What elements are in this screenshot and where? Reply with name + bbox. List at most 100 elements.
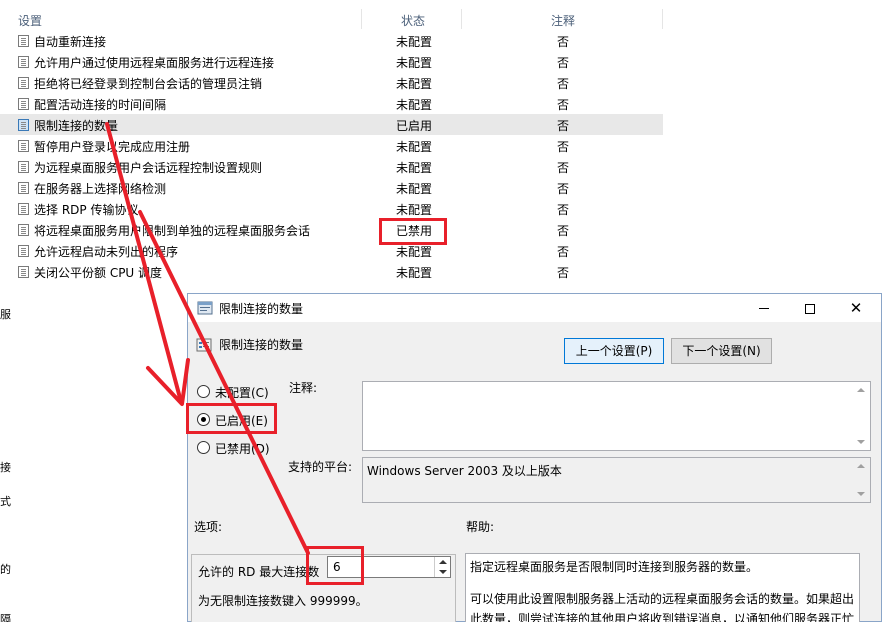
minimize-button[interactable]	[741, 294, 787, 322]
scroll-up-icon[interactable]	[857, 464, 865, 468]
policy-state: 未配置	[396, 140, 433, 154]
policy-name: 为远程桌面服务用户会话远程控制设置规则	[34, 161, 263, 175]
policy-state: 未配置	[396, 203, 433, 217]
highlight-disabled-state	[379, 218, 447, 245]
column-state[interactable]: 状态	[401, 12, 425, 29]
policy-name: 在服务器上选择网络检测	[34, 182, 167, 196]
maximize-button[interactable]	[787, 294, 833, 322]
column-note[interactable]: 注释	[551, 12, 575, 29]
policy-note: 否	[557, 35, 570, 49]
window-title: 限制连接的数量	[219, 302, 304, 316]
policy-window-icon	[197, 301, 213, 315]
screen: 设置 状态 注释 自动重新连接 未配置否允许用户通过使用远程桌面服务进行远程连接未…	[0, 0, 882, 622]
comment-textarea[interactable]	[362, 381, 871, 451]
policy-icon	[18, 140, 29, 152]
platform-scrollbar[interactable]	[853, 458, 870, 502]
policy-note: 否	[557, 77, 570, 91]
radio-disabled[interactable]: 已禁用(D)	[197, 439, 307, 457]
radio-label: 未配置(C)	[215, 386, 269, 400]
policy-icon	[18, 35, 29, 47]
policy-list: 自动重新连接 未配置否允许用户通过使用远程桌面服务进行远程连接 未配置否拒绝将已经登…	[0, 30, 663, 282]
column-divider[interactable]	[461, 9, 462, 29]
policy-state: 未配置	[396, 245, 433, 259]
policy-row[interactable]: 将远程桌面服务用户限制到单独的远程桌面服务会话 已禁用否	[0, 219, 663, 240]
policy-icon	[18, 161, 29, 173]
policy-row[interactable]: 为远程桌面服务用户会话远程控制设置规则 未配置 否	[0, 156, 663, 177]
help-panel: 指定远程桌面服务是否限制同时连接到服务器的数量。 可以使用此设置限制服务器上活动…	[465, 553, 860, 622]
left-pane-text: 服	[0, 308, 11, 321]
spinner-arrows-icon[interactable]	[434, 557, 450, 577]
policy-note: 否	[557, 56, 570, 70]
help-line: 指定远程桌面服务是否限制同时连接到服务器的数量。	[470, 560, 759, 574]
title-bar[interactable]: 限制连接的数量 ✕	[188, 294, 881, 322]
policy-name: 允许用户通过使用远程桌面服务进行远程连接	[34, 56, 275, 70]
platform-label: 支持的平台:	[288, 460, 353, 474]
scroll-down-icon[interactable]	[857, 492, 865, 496]
scroll-down-icon[interactable]	[857, 440, 865, 444]
policy-state: 未配置	[396, 182, 433, 196]
policy-state: 未配置	[396, 161, 433, 175]
column-divider[interactable]	[361, 9, 362, 29]
platform-box: Windows Server 2003 及以上版本	[362, 457, 871, 503]
policy-state: 未配置	[396, 56, 433, 70]
comment-scrollbar[interactable]	[853, 382, 870, 450]
policy-row[interactable]: 允许远程启动未列出的程序 未配置 否	[0, 240, 663, 261]
policy-icon	[18, 203, 29, 215]
max-connections-label: 允许的 RD 最大连接数	[198, 565, 320, 579]
help-line: 可以使用此设置限制服务器上活动的远程桌面服务会话的数量。如果超出	[470, 592, 855, 606]
policy-name: 暂停用户登录以完成应用注册	[34, 140, 191, 154]
radio-circle[interactable]	[197, 385, 210, 398]
policy-icon	[18, 98, 29, 110]
policy-note: 否	[557, 98, 570, 112]
platform-value: Windows Server 2003 及以上版本	[367, 464, 562, 478]
radio-circle[interactable]	[197, 441, 210, 454]
policy-row[interactable]: 在服务器上选择网络检测 未配置 否	[0, 177, 663, 198]
help-label: 帮助:	[466, 520, 495, 534]
policy-row[interactable]: 关闭公平份额 CPU 调度 未配置 否	[0, 261, 663, 282]
policy-note: 否	[557, 224, 570, 238]
policy-icon	[18, 119, 29, 131]
policy-row[interactable]: 限制连接的数量 已启用 否	[0, 114, 663, 135]
unlimited-hint: 为无限制连接数键入 999999。	[198, 594, 368, 608]
column-divider[interactable]	[662, 9, 663, 29]
highlight-max-value	[306, 546, 364, 585]
policy-note: 否	[557, 266, 570, 280]
radio-label: 已禁用(D)	[215, 442, 270, 456]
policy-state: 未配置	[396, 98, 433, 112]
policy-note: 否	[557, 119, 570, 133]
next-setting-button[interactable]: 下一个设置(N)	[671, 338, 772, 364]
left-pane-text: 式	[0, 495, 11, 508]
policy-name: 限制连接的数量	[34, 119, 119, 133]
policy-row[interactable]: 配置活动连接的时间间隔 未配置 否	[0, 93, 663, 114]
policy-note: 否	[557, 161, 570, 175]
policy-name: 关闭公平份额 CPU 调度	[34, 266, 163, 280]
policy-icon	[18, 56, 29, 68]
policy-name: 配置活动连接的时间间隔	[34, 98, 167, 112]
minimize-icon	[759, 308, 769, 309]
help-line: 此数量，则尝试连接的其他用户将收到错误消息，以通知他们服务器正忙	[470, 612, 855, 622]
close-icon: ✕	[849, 299, 863, 317]
policy-row[interactable]: 选择 RDP 传输协议 未配置 否	[0, 198, 663, 219]
policy-note: 否	[557, 245, 570, 259]
policy-state: 未配置	[396, 35, 433, 49]
comment-label: 注释:	[289, 381, 318, 395]
highlight-enabled-radio	[186, 403, 277, 434]
column-setting[interactable]: 设置	[18, 12, 42, 29]
policy-dialog: 限制连接的数量 ✕ 限制连接的数量 上一个设置(P) 下一个设置(N) 未配置(…	[187, 293, 882, 622]
previous-setting-button[interactable]: 上一个设置(P)	[564, 338, 664, 364]
policy-icon	[18, 77, 29, 89]
close-button[interactable]: ✕	[833, 294, 879, 322]
policy-row[interactable]: 暂停用户登录以完成应用注册 未配置 否	[0, 135, 663, 156]
policy-name: 选择 RDP 传输协议	[34, 203, 139, 217]
policy-note: 否	[557, 182, 570, 196]
list-header: 设置 状态 注释	[0, 9, 663, 29]
policy-row[interactable]: 自动重新连接 未配置 否	[0, 30, 663, 51]
scroll-up-icon[interactable]	[857, 388, 865, 392]
policy-row[interactable]: 拒绝将已经登录到控制台会话的管理员注销 未配置 否	[0, 72, 663, 93]
policy-name: 自动重新连接	[34, 35, 107, 49]
policy-icon	[18, 182, 29, 194]
policy-icon	[18, 266, 29, 278]
setting-heading: 限制连接的数量	[219, 338, 304, 352]
policy-note: 否	[557, 140, 570, 154]
policy-row[interactable]: 允许用户通过使用远程桌面服务进行远程连接 未配置 否	[0, 51, 663, 72]
